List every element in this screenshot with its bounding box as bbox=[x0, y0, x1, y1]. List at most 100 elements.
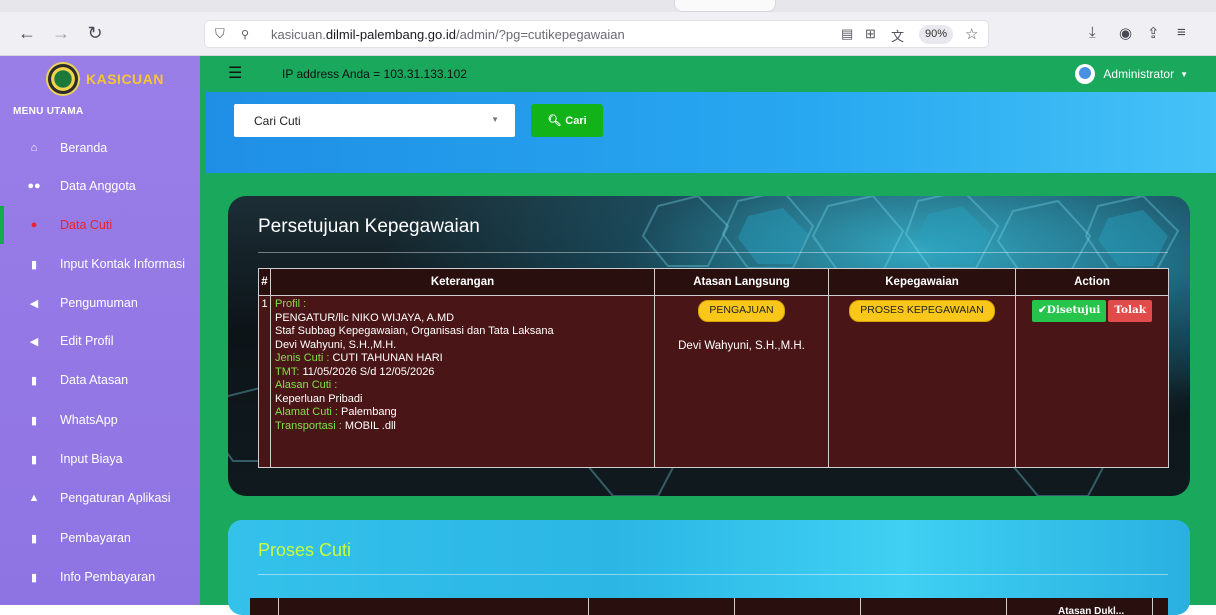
user-menu[interactable]: Administrator ▼ bbox=[1075, 64, 1188, 84]
home-icon: ⌂ bbox=[30, 142, 38, 154]
search-button-label: Cari bbox=[565, 114, 587, 127]
col-divider bbox=[1006, 598, 1007, 615]
browser-chrome: ← → ↻ ⛉ ⚲ kasicuan.dilmil-palembang.go.i… bbox=[0, 0, 1216, 56]
card-icon: ▮ bbox=[30, 453, 38, 466]
card-icon: ▮ bbox=[30, 532, 38, 545]
jabatan: Staf Subbag Kepegawaian, Organisasi dan … bbox=[275, 325, 554, 337]
approval-card: Persetujuan Kepegawaian # Keterangan Ata… bbox=[228, 196, 1190, 496]
sidebar-item-data-anggota[interactable]: ●● Data Anggota bbox=[0, 167, 200, 205]
atasan-name: Devi Wahyuni, S.H.,M.H. bbox=[275, 338, 397, 351]
sidebar-item-label: Data Atasan bbox=[60, 373, 129, 387]
avatar bbox=[1075, 64, 1096, 84]
users-icon: ●● bbox=[27, 180, 41, 192]
reload-icon[interactable]: ↻ bbox=[84, 22, 106, 44]
sidebar-item-pengaturan[interactable]: ▲ Pengaturan Aplikasi bbox=[0, 479, 200, 517]
sidebar-item-label: Input Biaya bbox=[60, 452, 123, 466]
back-icon[interactable]: ← bbox=[16, 22, 38, 44]
active-indicator bbox=[0, 206, 4, 244]
connection-icon[interactable]: ⚲ bbox=[241, 28, 249, 41]
sidebar-item-label: Input Kontak Informasi bbox=[60, 257, 186, 271]
alamat-cuti: Alamat Cuti : Palembang bbox=[275, 406, 650, 420]
main-content: Cari Cuti ▼ 🔍︎ Cari Persetujuan Kepegawa… bbox=[200, 92, 1216, 615]
col-header-atasan: Atasan Langsung bbox=[654, 268, 829, 296]
atasan-langsung-name: Devi Wahyuni, S.H.,M.H. bbox=[678, 339, 805, 352]
approval-title: Persetujuan Kepegawaian bbox=[258, 216, 480, 237]
col-header-partial: Atasan Dukl... bbox=[1058, 606, 1125, 615]
reject-button[interactable]: Tolak bbox=[1108, 300, 1153, 322]
megaphone-icon: ◀ bbox=[29, 335, 39, 348]
card-icon: ▮ bbox=[30, 258, 38, 271]
row-atasan: PENGAJUAN Devi Wahyuni, S.H.,M.H. bbox=[654, 295, 829, 468]
sidebar-item-input-kontak[interactable]: ▮ Input Kontak Informasi bbox=[0, 245, 200, 283]
user-name: Administrator bbox=[1103, 67, 1175, 81]
sidebar-item-data-atasan[interactable]: ▮ Data Atasan bbox=[0, 361, 200, 399]
col-header-no: # bbox=[258, 268, 271, 296]
approve-button[interactable]: ✔Disetujui bbox=[1031, 300, 1107, 322]
row-number: 1 bbox=[258, 295, 271, 468]
bank-icon: ▲ bbox=[28, 492, 40, 504]
address-bar[interactable]: ⛉ ⚲ kasicuan.dilmil-palembang.go.id/admi… bbox=[204, 20, 989, 48]
col-divider bbox=[278, 598, 279, 615]
caret-down-icon: ▼ bbox=[1180, 69, 1188, 79]
menu-title: MENU UTAMA bbox=[13, 106, 84, 117]
row-kepegawaian: PROSES KEPEGAWAIAN bbox=[828, 295, 1016, 468]
transport-label: Transportasi : bbox=[275, 419, 342, 432]
transport-value: MOBIL .dll bbox=[341, 419, 396, 432]
sidebar-item-input-biaya[interactable]: ▮ Input Biaya bbox=[0, 440, 200, 478]
divider bbox=[258, 574, 1168, 575]
col-divider bbox=[588, 598, 589, 615]
sidebar-item-label: Pengaturan Aplikasi bbox=[60, 491, 171, 505]
col-header-kepegawaian: Kepegawaian bbox=[828, 268, 1016, 296]
ip-address-text: IP address Anda = 103.31.133.102 bbox=[282, 67, 467, 81]
search-button[interactable]: 🔍︎ Cari bbox=[531, 104, 603, 137]
check-circle-icon: ✔ bbox=[1037, 304, 1047, 316]
sidebar-item-beranda[interactable]: ⌂ Beranda bbox=[0, 129, 200, 167]
logo-icon bbox=[46, 62, 80, 96]
alamat-label: Alamat Cuti : bbox=[275, 406, 338, 418]
menu-icon[interactable]: ≡ bbox=[1177, 24, 1186, 41]
card-icon: ▮ bbox=[30, 374, 38, 387]
sidebar-item-whatsapp[interactable]: ▮ WhatsApp bbox=[0, 401, 200, 439]
sidebar: KASICUAN MENU UTAMA ⌂ Beranda ●● Data An… bbox=[0, 56, 200, 605]
sidebar-item-label: Data Cuti bbox=[60, 218, 113, 232]
translate-icon[interactable]: 文 bbox=[891, 26, 904, 45]
sidebar-item-label: Pembayaran bbox=[60, 531, 131, 545]
tab-strip bbox=[0, 0, 1216, 12]
hamburger-icon[interactable]: ☰ bbox=[228, 66, 242, 82]
search-select[interactable]: Cari Cuti ▼ bbox=[234, 104, 515, 137]
process-card: Proses Cuti Atasan Dukl... bbox=[228, 520, 1190, 615]
sidebar-item-pembayaran[interactable]: ▮ Pembayaran bbox=[0, 519, 200, 557]
tab-hint[interactable] bbox=[674, 0, 776, 12]
status-badge: PENGAJUAN bbox=[698, 300, 785, 322]
alasan-value: Keperluan Pribadi bbox=[275, 392, 363, 405]
downloads-icon[interactable]: ⤓ bbox=[1089, 24, 1096, 41]
brand[interactable]: KASICUAN bbox=[46, 62, 164, 96]
sidebar-item-info-pembayaran[interactable]: ▮ Info Pembayaran bbox=[0, 558, 200, 596]
screenshot-icon[interactable]: ⊞ bbox=[865, 26, 876, 42]
sidebar-item-edit-profil[interactable]: ◀ Edit Profil bbox=[0, 322, 200, 360]
reader-view-icon[interactable]: ▤ bbox=[841, 26, 853, 42]
jenis-cuti-label: Jenis Cuti : bbox=[275, 352, 330, 364]
profil-name: PENGATUR/llc NIKO WIJAYA, A.MD bbox=[275, 311, 455, 324]
url-text: kasicuan.dilmil-palembang.go.id/admin/?p… bbox=[271, 27, 625, 42]
chevron-down-icon: ▼ bbox=[491, 115, 499, 124]
tmt-value: 11/05/2026 S/d 12/05/2026 bbox=[299, 365, 435, 378]
alasan-label: Alasan Cuti : bbox=[275, 379, 338, 391]
megaphone-icon: ◀ bbox=[29, 297, 39, 310]
row-action: ✔Disetujui Tolak bbox=[1015, 295, 1169, 468]
zoom-level[interactable]: 90% bbox=[919, 25, 953, 44]
bookmark-star-icon[interactable]: ☆ bbox=[965, 25, 978, 43]
jenis-cuti-value: CUTI TAHUNAN HARI bbox=[329, 352, 443, 364]
search-band: Cari Cuti ▼ 🔍︎ Cari bbox=[206, 92, 1216, 173]
process-table-header: Atasan Dukl... bbox=[250, 598, 1168, 615]
forward-icon[interactable]: → bbox=[50, 22, 72, 44]
table-row: 1 Profil : PENGATUR/llc NIKO WIJAYA, A.M… bbox=[258, 295, 1169, 468]
share-icon[interactable]: ⇪ bbox=[1147, 24, 1160, 42]
shield-icon[interactable]: ⛉ bbox=[215, 26, 225, 42]
account-icon[interactable]: ◉ bbox=[1119, 24, 1132, 42]
sidebar-item-data-cuti[interactable]: ● Data Cuti bbox=[0, 206, 200, 244]
sidebar-item-pengumuman[interactable]: ◀ Pengumuman bbox=[0, 284, 200, 322]
sidebar-item-label: Edit Profil bbox=[60, 334, 114, 348]
approval-table: # Keterangan Atasan Langsung Kepegawaian… bbox=[258, 268, 1169, 468]
jenis-cuti: Jenis Cuti : CUTI TAHUNAN HARI bbox=[275, 352, 650, 366]
